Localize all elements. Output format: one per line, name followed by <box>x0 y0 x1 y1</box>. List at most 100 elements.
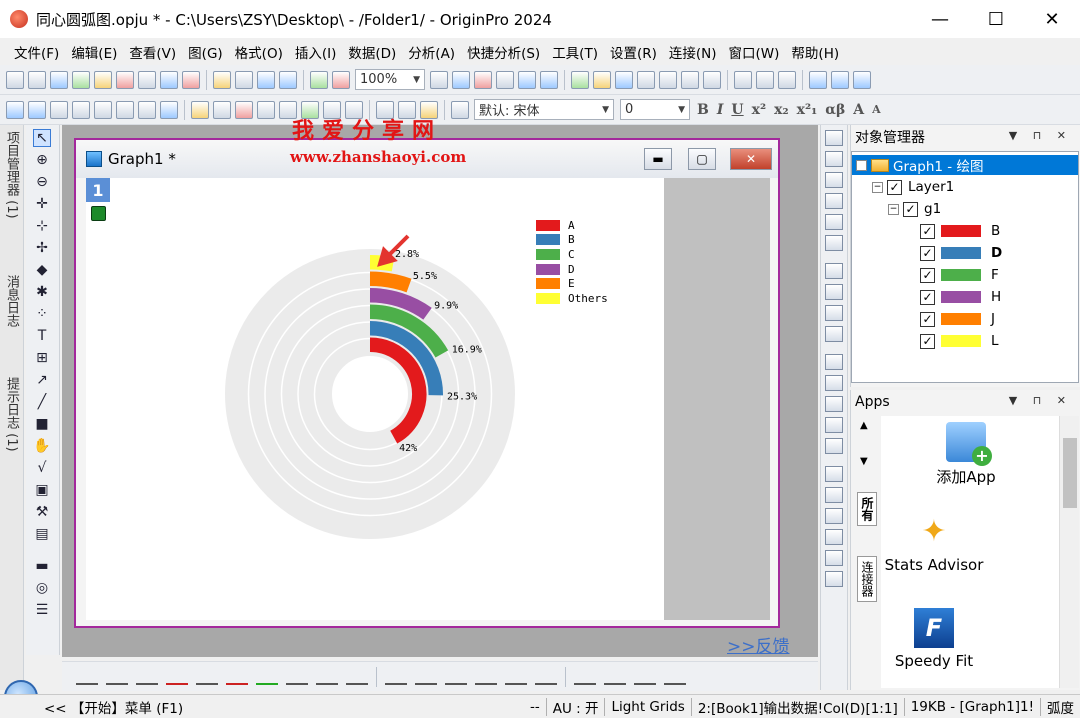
matrix-icon[interactable] <box>574 669 596 685</box>
draw-data-icon[interactable]: ⁘ <box>33 305 51 323</box>
contour-icon[interactable] <box>415 669 437 685</box>
template-icon[interactable] <box>385 669 407 685</box>
color-palette-icon[interactable]: ▬ <box>33 557 51 575</box>
tab-message-log[interactable]: 消息日志 <box>3 275 21 327</box>
greek-button[interactable]: αβ <box>825 102 845 118</box>
mask-tool-icon[interactable]: ✱ <box>33 283 51 301</box>
data-reader-icon[interactable]: ⊹ <box>33 217 51 235</box>
surface-icon[interactable] <box>445 669 467 685</box>
extract-layer-icon[interactable] <box>825 305 843 321</box>
menu-view[interactable]: 查看(V) <box>123 42 182 62</box>
results-log-icon[interactable] <box>518 70 536 89</box>
speedy-fit-item[interactable]: F Speedy Fit <box>879 608 989 670</box>
arrow-left-icon[interactable] <box>6 100 24 119</box>
new-project-icon[interactable] <box>6 70 24 89</box>
legend-item[interactable]: B <box>536 233 608 248</box>
script-window-icon[interactable] <box>659 70 677 89</box>
polar-plot-icon[interactable] <box>286 669 308 685</box>
speedmode-icon[interactable] <box>825 235 843 251</box>
maximize-button[interactable]: ☐ <box>968 0 1024 38</box>
status-au[interactable]: AU : 开 <box>547 697 605 717</box>
menu-help[interactable]: 帮助(H) <box>785 42 845 62</box>
more-plots-icon[interactable] <box>664 669 686 685</box>
italic-button[interactable]: I <box>717 102 724 118</box>
increase-font-button[interactable]: A <box>853 102 864 118</box>
settings-tool-icon[interactable]: ◎ <box>33 579 51 597</box>
axis-right-icon[interactable] <box>825 438 843 454</box>
sum-icon[interactable] <box>756 70 774 89</box>
add-sheet-icon[interactable] <box>257 100 275 119</box>
image-tool-icon[interactable]: ▣ <box>33 481 51 499</box>
grid-icon[interactable] <box>505 669 527 685</box>
plot-row[interactable]: ✓ J <box>920 309 995 329</box>
histogram-icon[interactable] <box>831 70 849 89</box>
panel-controls-icon[interactable]: ▼ ⊓ ✕ <box>1009 394 1072 407</box>
line-plot-icon[interactable] <box>76 669 98 685</box>
zoom-out-icon[interactable] <box>615 70 633 89</box>
new-workbook-icon[interactable] <box>50 70 68 89</box>
new-graph-icon[interactable] <box>72 70 90 89</box>
align-bottom-icon[interactable] <box>825 529 843 545</box>
arrow-right-icon[interactable] <box>28 100 46 119</box>
stack-tool-icon[interactable]: ☰ <box>33 601 51 619</box>
zoom-tool-icon[interactable]: ⊕ <box>33 151 51 169</box>
menu-edit[interactable]: 编辑(E) <box>65 42 123 62</box>
hand-tool-icon[interactable]: ✋ <box>33 437 51 455</box>
rescale-x-icon[interactable] <box>825 172 843 188</box>
tab-all-apps[interactable]: 所有 <box>857 492 877 526</box>
screen-reader-icon[interactable]: ✢ <box>33 239 51 257</box>
zoom-combo[interactable]: 100% ▼ <box>355 69 425 90</box>
axis-bottom-icon[interactable] <box>825 354 843 370</box>
open-template-icon[interactable] <box>235 70 253 89</box>
3d-plot-icon[interactable] <box>346 669 368 685</box>
statistics-plot-icon[interactable] <box>196 669 218 685</box>
scroll-down-icon[interactable]: ▼ <box>860 456 868 467</box>
new-folder-icon[interactable] <box>28 70 46 89</box>
plot-row[interactable]: ✓ H <box>920 287 1001 307</box>
undo-icon[interactable] <box>160 100 178 119</box>
scroll-up-icon[interactable]: ▲ <box>860 420 868 431</box>
box-plot-icon[interactable] <box>226 669 248 685</box>
tree-group[interactable]: − ✓ g1 <box>888 199 941 219</box>
add-layer-icon[interactable] <box>72 100 90 119</box>
distribute-icon[interactable] <box>825 571 843 587</box>
plot-row[interactable]: ✓ B <box>920 221 1000 241</box>
merge-graph-icon[interactable] <box>825 284 843 300</box>
group-checkbox[interactable]: ✓ <box>903 201 918 217</box>
save-project-icon[interactable] <box>257 70 275 89</box>
column-plot-icon[interactable] <box>166 669 188 685</box>
legend-item[interactable]: C <box>536 247 608 262</box>
insert-graph-icon[interactable]: ⚒ <box>33 503 51 521</box>
fit-page-icon[interactable] <box>50 100 68 119</box>
print-icon[interactable] <box>430 70 448 89</box>
message-icon[interactable] <box>703 70 721 89</box>
zoom-out-tool-icon[interactable]: ⊖ <box>33 173 51 191</box>
menu-graph[interactable]: 图(G) <box>182 42 229 62</box>
arrow-tool-icon[interactable]: ↗ <box>33 371 51 389</box>
layer-checkbox[interactable]: ✓ <box>887 179 902 195</box>
minimize-button[interactable]: — <box>912 0 968 38</box>
axis-box-icon[interactable] <box>825 417 843 433</box>
align-top-icon[interactable] <box>825 508 843 524</box>
line-symbol-plot-icon[interactable] <box>136 669 158 685</box>
menu-connectivity[interactable]: 连接(N) <box>663 42 723 62</box>
scroll-thumb[interactable] <box>1063 438 1077 508</box>
rescale-icon[interactable] <box>825 151 843 167</box>
plot-checkbox[interactable]: ✓ <box>920 245 935 261</box>
layer-management-icon[interactable] <box>116 100 134 119</box>
new-function-icon[interactable] <box>116 70 134 89</box>
graph-maximize-button[interactable]: ▢ <box>688 148 716 170</box>
add-app-item[interactable]: + 添加App <box>911 422 1021 487</box>
zoom-in-icon[interactable] <box>593 70 611 89</box>
plot-checkbox[interactable]: ✓ <box>920 311 935 327</box>
new-layout-icon[interactable] <box>138 70 156 89</box>
menu-analysis[interactable]: 分析(A) <box>402 42 461 62</box>
graph-minimize-button[interactable]: ▬ <box>644 148 672 170</box>
panel-controls-icon[interactable]: ▼ ⊓ ✕ <box>1009 129 1072 142</box>
pointer-tool-icon[interactable]: ↖ <box>33 129 51 147</box>
open-icon[interactable] <box>213 70 231 89</box>
menu-gadgets[interactable]: 快捷分析(S) <box>461 42 546 62</box>
legend-item[interactable]: E <box>536 276 608 291</box>
merge-icon[interactable] <box>94 100 112 119</box>
project-explorer-icon[interactable] <box>571 70 589 89</box>
